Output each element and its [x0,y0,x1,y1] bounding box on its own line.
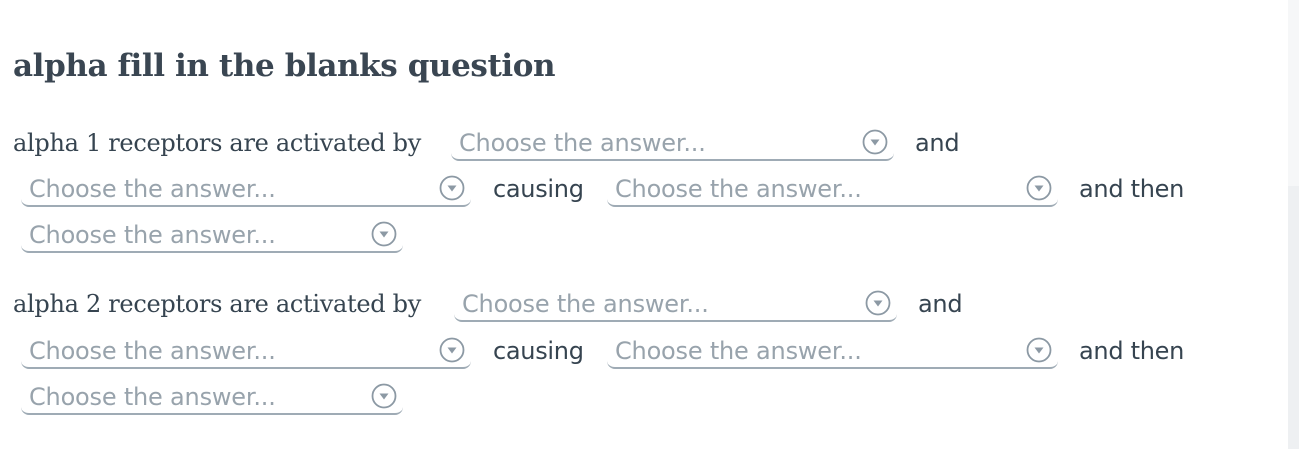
dropdown-placeholder: Choose the answer... [29,221,276,249]
statement-alpha2-lead: alpha 2 receptors are activated by [13,290,421,318]
chevron-down-circle-icon [1026,175,1052,201]
blank-alpha1-second-agonist-dropdown[interactable]: Choose the answer... [21,171,471,207]
conjunction-causing: causing [493,175,584,203]
dropdown-placeholder: Choose the answer... [615,337,862,365]
dropdown-placeholder: Choose the answer... [459,129,706,157]
blank-alpha2-second-agonist-dropdown[interactable]: Choose the answer... [21,333,471,369]
scrollbar-thumb[interactable] [1288,186,1299,449]
blank-alpha1-result-dropdown[interactable]: Choose the answer... [21,217,403,253]
dropdown-placeholder: Choose the answer... [615,175,862,203]
chevron-down-circle-icon [439,337,465,363]
chevron-down-circle-icon [439,175,465,201]
question-title: alpha fill in the blanks question [13,48,556,84]
blank-alpha1-agonist-dropdown[interactable]: Choose the answer... [451,125,894,161]
conjunction-and: and [918,290,963,318]
chevron-down-circle-icon [865,290,891,316]
dropdown-placeholder: Choose the answer... [462,290,709,318]
conjunction-and-then: and then [1079,337,1184,365]
conjunction-and: and [915,129,960,157]
blank-alpha2-result-dropdown[interactable]: Choose the answer... [21,379,403,415]
blank-alpha1-effect-dropdown[interactable]: Choose the answer... [607,171,1058,207]
dropdown-placeholder: Choose the answer... [29,175,276,203]
chevron-down-circle-icon [371,383,397,409]
statement-alpha1-lead: alpha 1 receptors are activated by [13,129,421,157]
chevron-down-circle-icon [862,129,888,155]
chevron-down-circle-icon [371,221,397,247]
blank-alpha2-agonist-dropdown[interactable]: Choose the answer... [454,286,897,322]
dropdown-placeholder: Choose the answer... [29,337,276,365]
blank-alpha2-effect-dropdown[interactable]: Choose the answer... [607,333,1058,369]
chevron-down-circle-icon [1026,337,1052,363]
conjunction-causing: causing [493,337,584,365]
conjunction-and-then: and then [1079,175,1184,203]
dropdown-placeholder: Choose the answer... [29,383,276,411]
